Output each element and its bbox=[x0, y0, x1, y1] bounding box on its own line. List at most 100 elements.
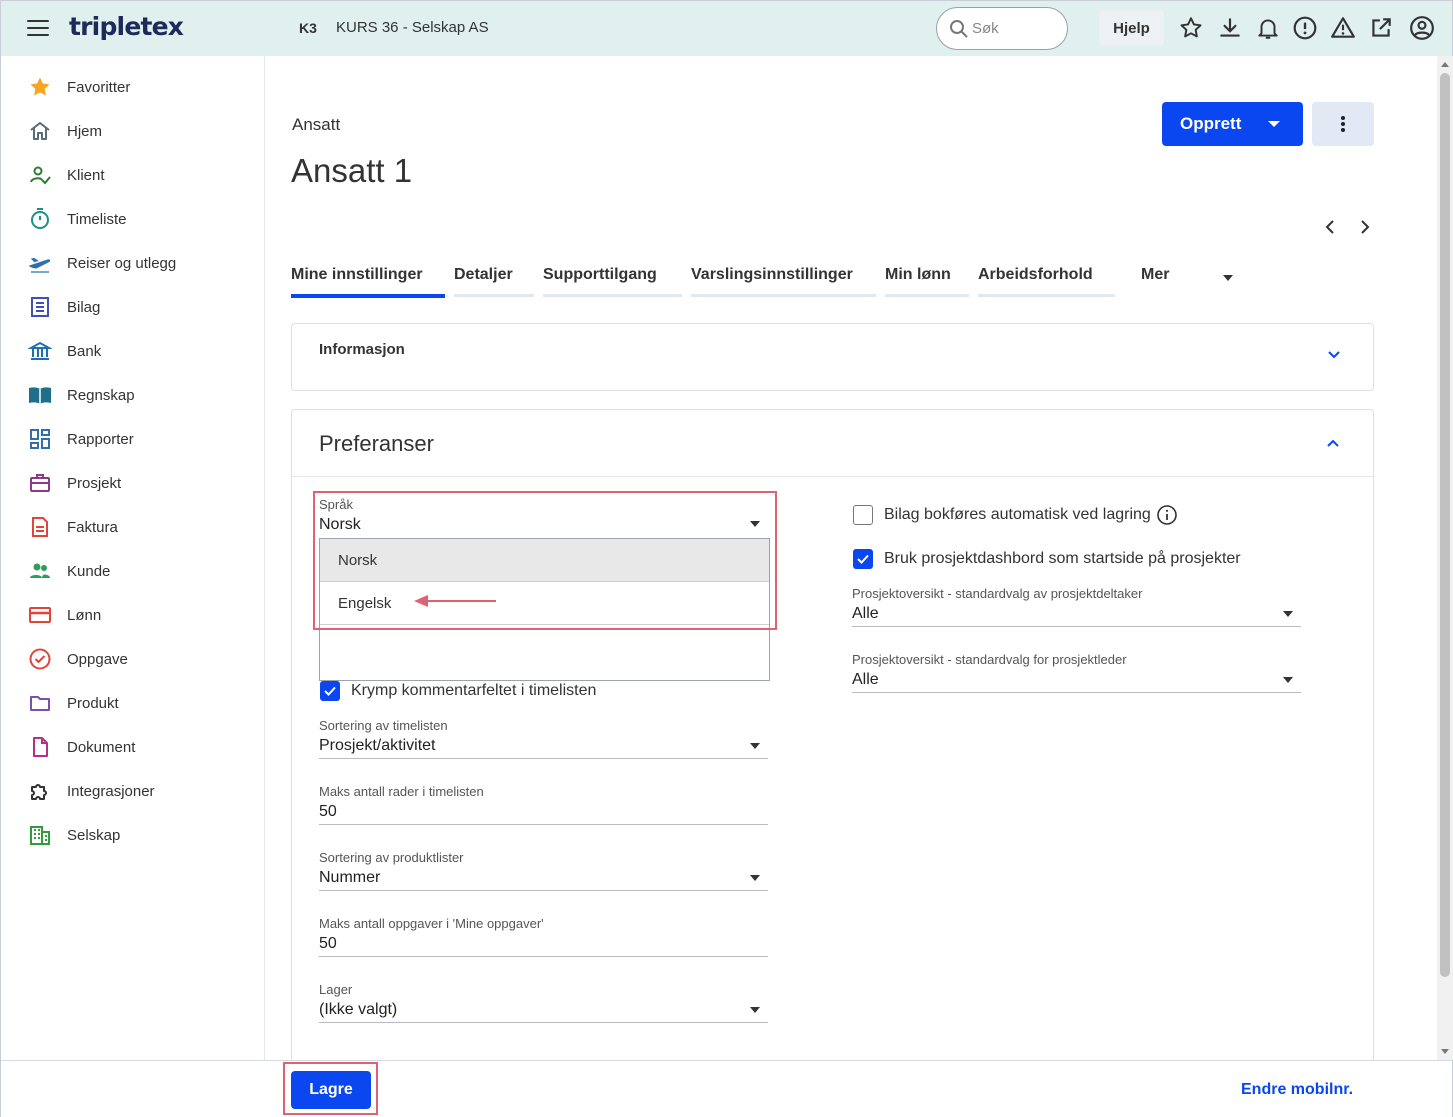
sidebar-item-kunde[interactable]: Kunde bbox=[25, 556, 245, 586]
previous-icon[interactable] bbox=[1320, 217, 1340, 237]
check-circle-icon bbox=[25, 644, 55, 674]
chevron-down-icon bbox=[1268, 121, 1280, 127]
star-icon bbox=[25, 72, 55, 102]
account-icon[interactable] bbox=[1409, 15, 1435, 41]
chevron-down-icon bbox=[750, 1007, 760, 1013]
tab-min-lonn[interactable]: Min lønn bbox=[885, 261, 969, 297]
external-link-icon[interactable] bbox=[1368, 15, 1394, 41]
bell-icon[interactable] bbox=[1255, 15, 1281, 41]
card-icon bbox=[25, 600, 55, 630]
warehouse-select[interactable]: Lager (Ikke valgt) bbox=[319, 982, 768, 1023]
auto-post-checkbox[interactable]: Bilag bokføres automatisk ved lagring bbox=[853, 504, 1178, 526]
chevron-down-icon bbox=[1223, 275, 1233, 281]
briefcase-icon bbox=[25, 468, 55, 498]
max-rows-input[interactable]: Maks antall rader i timelisten 50 bbox=[319, 784, 768, 825]
save-button[interactable]: Lagre bbox=[291, 1071, 371, 1109]
preferences-title: Preferanser bbox=[319, 431, 434, 456]
checkbox-checked-icon bbox=[320, 681, 340, 701]
building-icon bbox=[25, 820, 55, 850]
chevron-up-icon[interactable] bbox=[1325, 435, 1341, 451]
tab-detaljer[interactable]: Detaljer bbox=[454, 261, 534, 297]
bank-icon bbox=[25, 336, 55, 366]
tab-arbeidsforhold[interactable]: Arbeidsforhold bbox=[978, 261, 1115, 297]
search-box[interactable] bbox=[936, 7, 1068, 50]
leader-default-select[interactable]: Prosjektoversikt - standardvalg for pros… bbox=[852, 652, 1301, 693]
language-select[interactable]: Språk Norsk bbox=[319, 497, 768, 537]
project-dashboard-checkbox[interactable]: Bruk prosjektdashbord som startside på p… bbox=[853, 549, 1241, 569]
next-icon[interactable] bbox=[1355, 217, 1375, 237]
info-card-title: Informasjon bbox=[319, 341, 405, 358]
voucher-icon bbox=[25, 292, 55, 322]
puzzle-icon bbox=[25, 776, 55, 806]
sidebar-item-bilag[interactable]: Bilag bbox=[25, 292, 245, 322]
sidebar-item-rapporter[interactable]: Rapporter bbox=[25, 424, 245, 454]
people-icon bbox=[25, 556, 55, 586]
invoice-icon bbox=[25, 512, 55, 542]
document-icon bbox=[25, 732, 55, 762]
logo[interactable]: tripletex bbox=[69, 12, 184, 41]
sidebar-item-favoritter[interactable]: Favoritter bbox=[25, 72, 245, 102]
product-sort-select[interactable]: Sortering av produktlister Nummer bbox=[319, 850, 768, 891]
create-button-label: Opprett bbox=[1180, 114, 1242, 133]
sidebar-item-integrasjoner[interactable]: Integrasjoner bbox=[25, 776, 245, 806]
sidebar-item-reiser[interactable]: Reiser og utlegg bbox=[25, 248, 245, 278]
sidebar-item-dokument[interactable]: Dokument bbox=[25, 732, 245, 762]
sidebar-item-regnskap[interactable]: Regnskap bbox=[25, 380, 245, 410]
max-tasks-input[interactable]: Maks antall oppgaver i 'Mine oppgaver' 5… bbox=[319, 916, 768, 957]
sidebar-item-hjem[interactable]: Hjem bbox=[25, 116, 245, 146]
chevron-down-icon bbox=[750, 875, 760, 881]
language-dropdown-list: Norsk Engelsk bbox=[319, 538, 770, 681]
tab-mine-innstillinger[interactable]: Mine innstillinger bbox=[291, 261, 445, 298]
chevron-down-icon bbox=[1283, 611, 1293, 617]
more-options-button[interactable] bbox=[1312, 102, 1374, 146]
help-button[interactable]: Hjelp bbox=[1099, 10, 1164, 46]
dashboard-icon bbox=[25, 424, 55, 454]
checkbox-unchecked-icon bbox=[853, 505, 873, 525]
change-mobile-link[interactable]: Endre mobilnr. bbox=[1241, 1081, 1353, 1099]
option-engelsk[interactable]: Engelsk bbox=[320, 582, 769, 624]
breadcrumb[interactable]: Ansatt bbox=[292, 115, 340, 135]
tab-supporttilgang[interactable]: Supporttilgang bbox=[543, 261, 682, 297]
tab-varslingsinnstillinger[interactable]: Varslingsinnstillinger bbox=[691, 261, 876, 297]
participant-default-select[interactable]: Prosjektoversikt - standardvalg av prosj… bbox=[852, 586, 1301, 627]
company-code: K3 bbox=[299, 20, 317, 36]
tab-mer[interactable]: Mer bbox=[1141, 261, 1236, 297]
create-button[interactable]: Opprett bbox=[1162, 102, 1303, 146]
chevron-down-icon bbox=[750, 743, 760, 749]
timesheet-sort-select[interactable]: Sortering av timelisten Prosjekt/aktivit… bbox=[319, 718, 768, 759]
chevron-down-icon bbox=[750, 521, 760, 527]
sidebar-item-oppgave[interactable]: Oppgave bbox=[25, 644, 245, 674]
search-input[interactable] bbox=[972, 20, 1052, 37]
download-icon[interactable] bbox=[1217, 15, 1243, 41]
sidebar-item-produkt[interactable]: Produkt bbox=[25, 688, 245, 718]
info-icon[interactable] bbox=[1156, 504, 1178, 526]
annotation-arrow-icon bbox=[414, 595, 496, 607]
sidebar-item-selskap[interactable]: Selskap bbox=[25, 820, 245, 850]
warning-icon[interactable] bbox=[1330, 15, 1356, 41]
sidebar-item-bank[interactable]: Bank bbox=[25, 336, 245, 366]
shrink-comment-checkbox[interactable]: Krymp kommentarfeltet i timelisten bbox=[320, 681, 596, 701]
checkbox-checked-icon bbox=[853, 549, 873, 569]
sidebar-item-prosjekt[interactable]: Prosjekt bbox=[25, 468, 245, 498]
sidebar: Favoritter Hjem Klient Timeliste Reiser … bbox=[1, 56, 265, 1060]
plane-icon bbox=[25, 248, 55, 278]
menu-icon[interactable] bbox=[27, 20, 49, 36]
timer-icon bbox=[25, 204, 55, 234]
sidebar-item-klient[interactable]: Klient bbox=[25, 160, 245, 190]
sidebar-item-lonn[interactable]: Lønn bbox=[25, 600, 245, 630]
info-card[interactable]: Informasjon bbox=[291, 323, 1374, 391]
client-icon bbox=[25, 160, 55, 190]
page-title: Ansatt 1 bbox=[291, 152, 413, 189]
option-norsk[interactable]: Norsk bbox=[320, 539, 769, 581]
star-icon[interactable] bbox=[1178, 15, 1204, 41]
footer-bar: Lagre Endre mobilnr. bbox=[1, 1060, 1452, 1117]
alert-circle-icon[interactable] bbox=[1292, 15, 1318, 41]
chevron-down-icon[interactable] bbox=[1326, 347, 1342, 363]
sidebar-item-timeliste[interactable]: Timeliste bbox=[25, 204, 245, 234]
top-bar: tripletex K3 KURS 36 - Selskap AS Hjelp bbox=[1, 1, 1452, 56]
sidebar-item-faktura[interactable]: Faktura bbox=[25, 512, 245, 542]
scrollbar[interactable] bbox=[1437, 56, 1453, 1060]
company-name[interactable]: KURS 36 - Selskap AS bbox=[336, 19, 489, 36]
home-icon bbox=[25, 116, 55, 146]
chevron-down-icon bbox=[1283, 677, 1293, 683]
